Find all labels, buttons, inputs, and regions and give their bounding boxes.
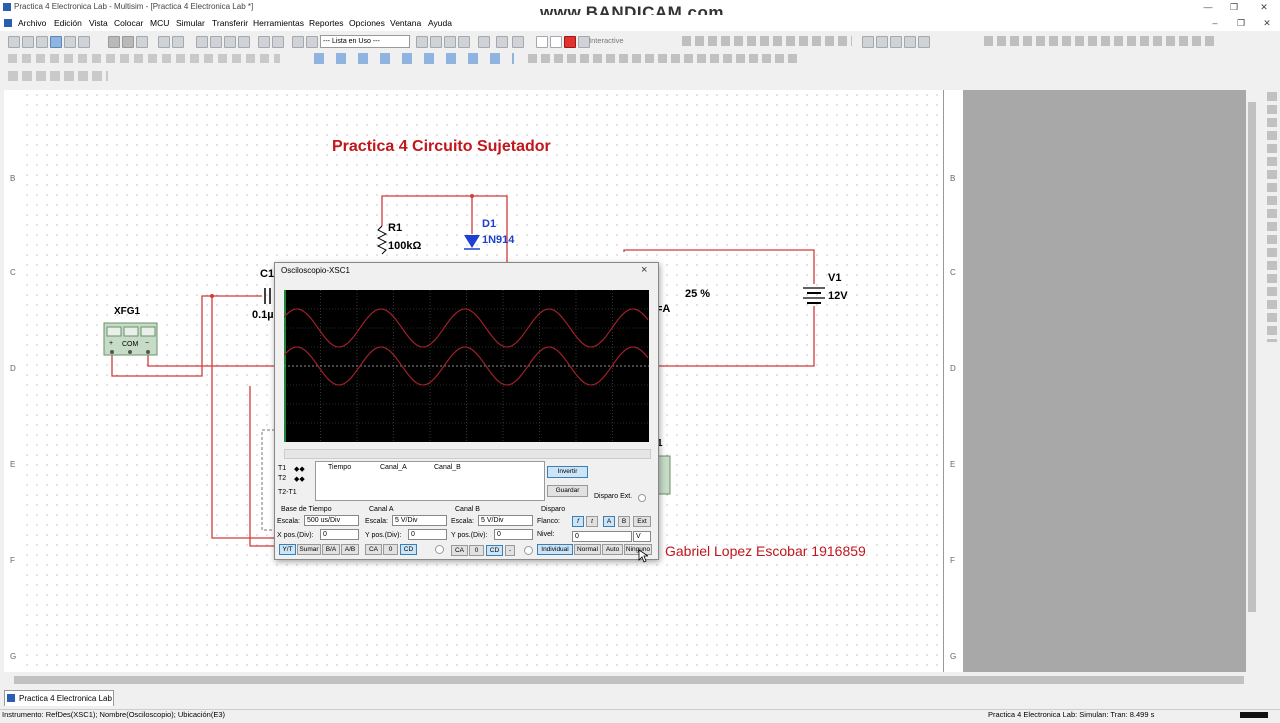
trigger-source-ext-button[interactable]: Ext [633,516,651,527]
document-tab[interactable]: Practica 4 Electronica Lab * [4,690,114,719]
trigger-level-unit-select[interactable]: V [633,531,651,542]
channel-a-dc-button[interactable]: CD [400,544,417,555]
wire-v1-bottom [657,306,815,367]
c1-value: 0.1µ [252,309,274,321]
ext-trigger-label: Disparo Ext. [594,493,633,500]
r1-value: 100kΩ [388,240,422,252]
d1-value: 1N914 [482,234,515,246]
channel-b-zero-button[interactable]: 0 [469,545,484,556]
circuit-title: Practica 4 Circuito Sujetador [332,138,551,155]
author-label: Gabriel Lopez Escobar 1916859 [665,543,866,559]
channel-b-ac-button[interactable]: CA [451,545,468,556]
trigger-single-button[interactable]: Individual [537,544,573,555]
xfg1-com-label: COM [122,341,139,348]
ba-mode-button[interactable]: B/A [322,544,340,555]
cursor-row-labels: T1 T2 T2-T1 ◆◆ ◆◆ [278,465,305,496]
channel-a-ypos-field[interactable]: 0 [408,529,447,540]
r1-label: R1 [388,222,403,234]
c1-label: C1 [260,268,275,280]
trigger-falling-edge-button[interactable]: t [586,516,598,527]
save-button[interactable]: Guardar [547,485,588,497]
timebase-group-label: Base de Tiempo [281,506,332,513]
channel-a-scale-field[interactable]: 5 V/Div [392,515,447,526]
channel-b-terminal[interactable] [524,546,533,555]
trigger-normal-button[interactable]: Normal [574,544,601,555]
v1-label: V1 [828,272,842,284]
channel-a-terminal[interactable] [435,545,444,554]
oscilloscope-close-icon[interactable]: × [641,264,647,276]
xfg1-label: XFG1 [114,306,141,317]
oscilloscope-screen [283,290,649,442]
screen-scrollbar[interactable] [284,449,651,459]
junction-dot [470,194,474,198]
channel-a-group-label: Canal A [369,506,394,513]
cursor-t1-arrows[interactable]: ◆◆ [294,465,305,473]
d1-label: D1 [482,218,497,230]
channel-b-minus-button[interactable]: - [505,545,515,556]
oscilloscope-traces [283,290,649,442]
oscilloscope-title: Osciloscopio-XSC1 [281,266,350,275]
channel-b-group-label: Canal B [455,506,480,513]
invert-button[interactable]: Invertir [547,466,588,478]
trigger-level-field[interactable]: 0 [572,531,632,542]
sum-mode-button[interactable]: Sumar [297,544,321,555]
tab-document-icon [7,694,15,702]
simulation-progress-indicator [1240,712,1268,718]
cursor-readings-table: Tiempo Canal_A Canal_B [315,461,545,501]
percent-label: 25 % [685,288,711,300]
trigger-source-a-button[interactable]: A [603,516,615,527]
xfg1-minus-label: − [145,340,150,347]
diode-d1-symbol [464,235,480,248]
resistor-r1-symbol [376,225,388,255]
yt-mode-button[interactable]: Y/T [279,544,296,555]
status-simulation-text: Practica 4 Electronica Lab: Simulan: Tra… [988,710,1155,719]
oscilloscope-window[interactable]: Osciloscopio-XSC1 × T1 T2 T2-T1 ◆◆ ◆◆ Ti… [274,262,659,560]
channel-b-ypos-field[interactable]: 0 [494,529,533,540]
timebase-xpos-field[interactable]: 0 [320,529,359,540]
mouse-pointer-icon [638,549,648,563]
status-instrument-text: Instrumento: RefDes(XSC1); Nombre(Oscilo… [2,710,225,719]
channel-a-zero-button[interactable]: 0 [383,544,398,555]
timebase-scale-field[interactable]: 500 us/Div [304,515,359,526]
horizontal-scroll-thumb[interactable] [14,676,1244,684]
channel-b-scale-field[interactable]: 5 V/Div [478,515,533,526]
trigger-rising-edge-button[interactable]: f [572,516,584,527]
cursor-t2-arrows[interactable]: ◆◆ [294,475,305,483]
xfg1-plus-label: + [109,340,114,347]
trigger-source-b-button[interactable]: B [618,516,630,527]
junction-dot [210,294,214,298]
channel-b-dc-button[interactable]: CD [486,545,503,556]
trigger-group-label: Disparo [541,506,566,513]
v1-value: 12V [828,290,848,302]
ext-trigger-terminal[interactable] [638,494,646,502]
ab-mode-button[interactable]: A/B [341,544,359,555]
document-tab-bar [0,688,1280,708]
channel-a-ac-button[interactable]: CA [365,544,382,555]
wire-xfg1-minus [147,354,274,367]
trigger-auto-button[interactable]: Auto [602,544,623,555]
